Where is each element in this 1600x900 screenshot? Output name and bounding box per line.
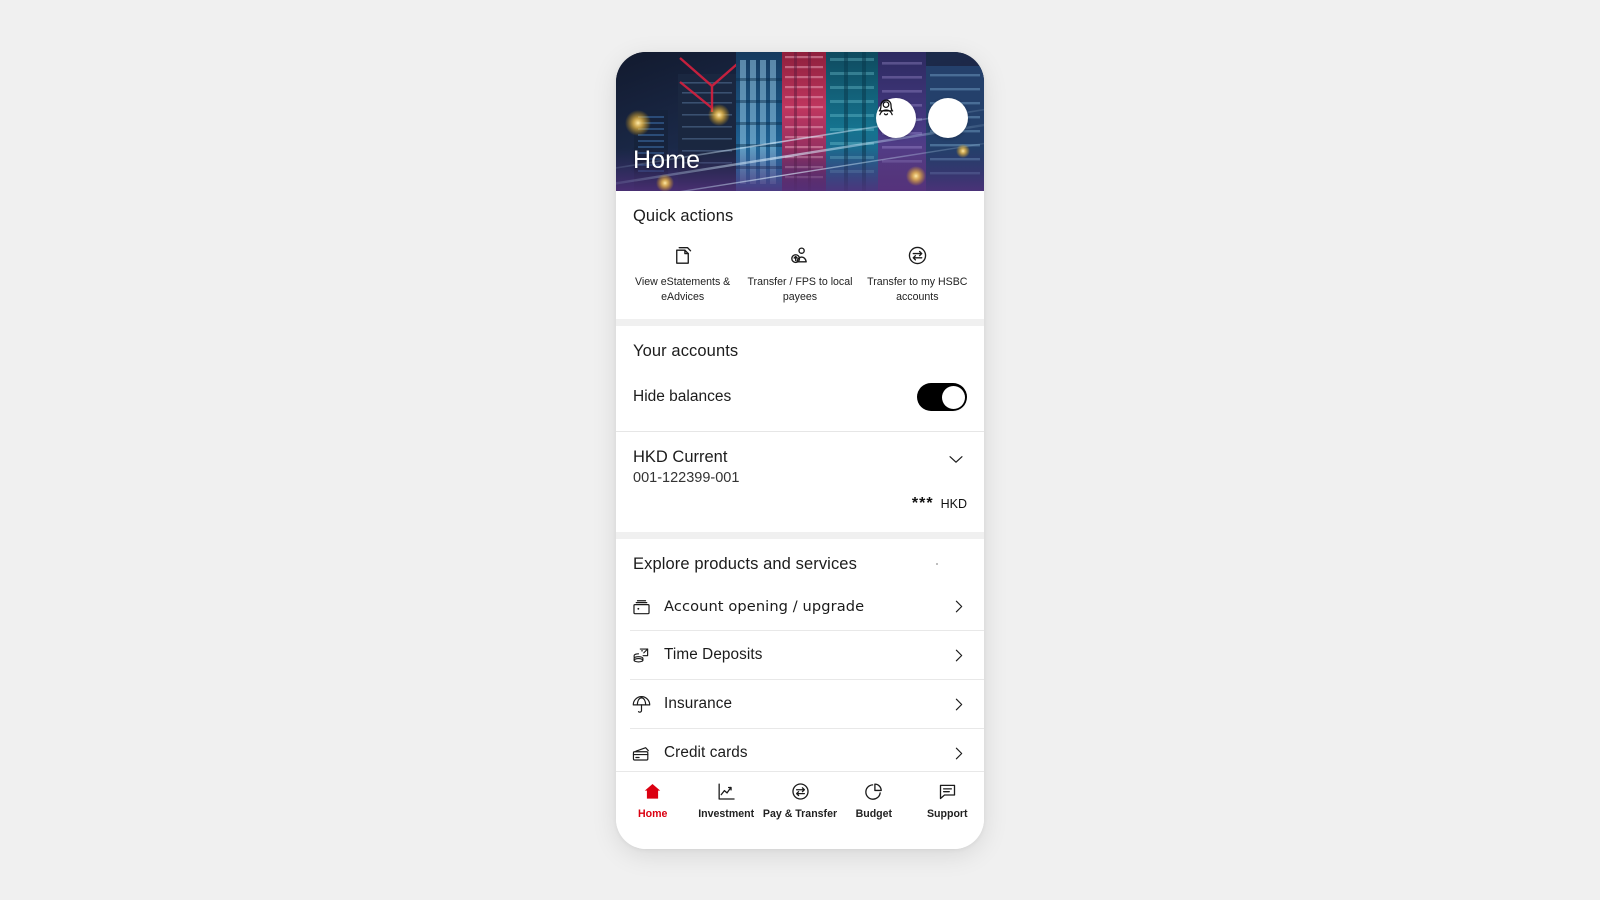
balance-masked: *** [911, 495, 934, 513]
account-row-hkd-current[interactable]: HKD Current 001-122399-001 *** HKD [616, 432, 984, 532]
quick-action-label: View eStatements & eAdvices [635, 275, 731, 303]
explore-item-label: Insurance [664, 695, 733, 713]
quick-actions-section: Quick actions View eStatements & eAdvice… [616, 190, 984, 320]
nav-item-home[interactable]: Home [616, 781, 689, 820]
person-transfer-icon [788, 244, 811, 268]
quick-actions-title: Quick actions [633, 206, 734, 225]
quick-action-transfer-fps[interactable]: Transfer / FPS to local payees [741, 244, 858, 306]
account-identity: HKD Current 001-122399-001 [633, 448, 739, 486]
chevron-right-icon [950, 647, 967, 664]
hide-balances-row[interactable]: Hide balances [616, 361, 984, 431]
nav-label: Support [926, 807, 968, 820]
nav-item-budget[interactable]: Budget [837, 781, 910, 820]
phone-frame: Home Quick actions View eStatements & eA… [616, 51, 984, 849]
coins-icon [630, 644, 652, 666]
chevron-down-icon [949, 456, 963, 464]
nav-label: Home [638, 807, 668, 820]
account-expand-button[interactable] [945, 448, 967, 475]
chevron-right-icon [950, 598, 967, 615]
screen-root: Home Quick actions View eStatements & eA… [0, 0, 1600, 900]
quick-action-label: Transfer to my HSBC accounts [867, 275, 968, 303]
account-number: 001-122399-001 [633, 470, 740, 487]
quick-action-transfer-hsbc[interactable]: Transfer to my HSBC accounts [859, 244, 976, 306]
chevron-right-icon [950, 745, 967, 762]
explore-list: Account opening / upgrade Time Deposits … [616, 574, 984, 779]
nav-item-investment[interactable]: Investment [689, 781, 762, 820]
pie-chart-icon [863, 781, 884, 802]
explore-item-label: Credit cards [664, 744, 748, 762]
credit-card-icon [630, 742, 652, 764]
safe-box-icon [630, 595, 652, 617]
balance-currency: HKD [940, 497, 967, 512]
accounts-title: Your accounts [633, 342, 739, 361]
line-chart-icon [716, 781, 737, 802]
hide-balances-toggle[interactable] [917, 383, 967, 412]
explore-item-label: Account opening / upgrade [664, 597, 865, 615]
umbrella-icon [630, 693, 652, 715]
account-header: HKD Current 001-122399-001 [633, 448, 967, 486]
hide-balances-label: Hide balances [633, 388, 732, 406]
explore-item-account-opening[interactable]: Account opening / upgrade [616, 582, 984, 630]
exchange-icon [906, 244, 929, 268]
account-balance: *** HKD [633, 496, 967, 512]
nav-label: Pay & Transfer [762, 807, 838, 820]
section-divider [616, 319, 984, 327]
explore-item-time-deposits[interactable]: Time Deposits [616, 631, 984, 679]
document-icon [671, 244, 694, 268]
profile-button[interactable] [879, 97, 968, 138]
quick-actions-row: View eStatements & eAdvices Transfer / F… [616, 226, 984, 320]
toggle-knob [941, 385, 965, 409]
nav-item-support[interactable]: Support [911, 781, 984, 820]
exchange-icon [790, 781, 811, 802]
page-title: Home [633, 145, 701, 174]
person-icon [879, 100, 893, 115]
quick-action-label: Transfer / FPS to local payees [747, 275, 853, 303]
hero-header: Home [616, 51, 984, 191]
scroll-content: Quick actions View eStatements & eAdvice… [616, 190, 984, 849]
home-icon [642, 781, 663, 802]
bottom-navigation: Home Investment Pay & Transfer Budget Su… [616, 770, 984, 849]
section-divider [616, 532, 984, 540]
quick-action-view-estatements[interactable]: View eStatements & eAdvices [624, 244, 741, 306]
nav-item-pay-transfer[interactable]: Pay & Transfer [763, 781, 837, 820]
chevron-right-icon [950, 696, 967, 713]
explore-item-label: Time Deposits [664, 646, 763, 664]
nav-label: Investment [698, 807, 755, 820]
chat-icon [937, 781, 958, 802]
explore-title: Explore products and services [633, 555, 857, 574]
nav-label: Budget [855, 807, 893, 820]
explore-item-insurance[interactable]: Insurance [616, 680, 984, 728]
accounts-section: Your accounts Hide balances HKD Current … [616, 326, 984, 533]
header-actions [876, 97, 968, 138]
explore-section: Explore products and services Account op… [616, 539, 984, 779]
account-name: HKD Current [633, 448, 728, 467]
